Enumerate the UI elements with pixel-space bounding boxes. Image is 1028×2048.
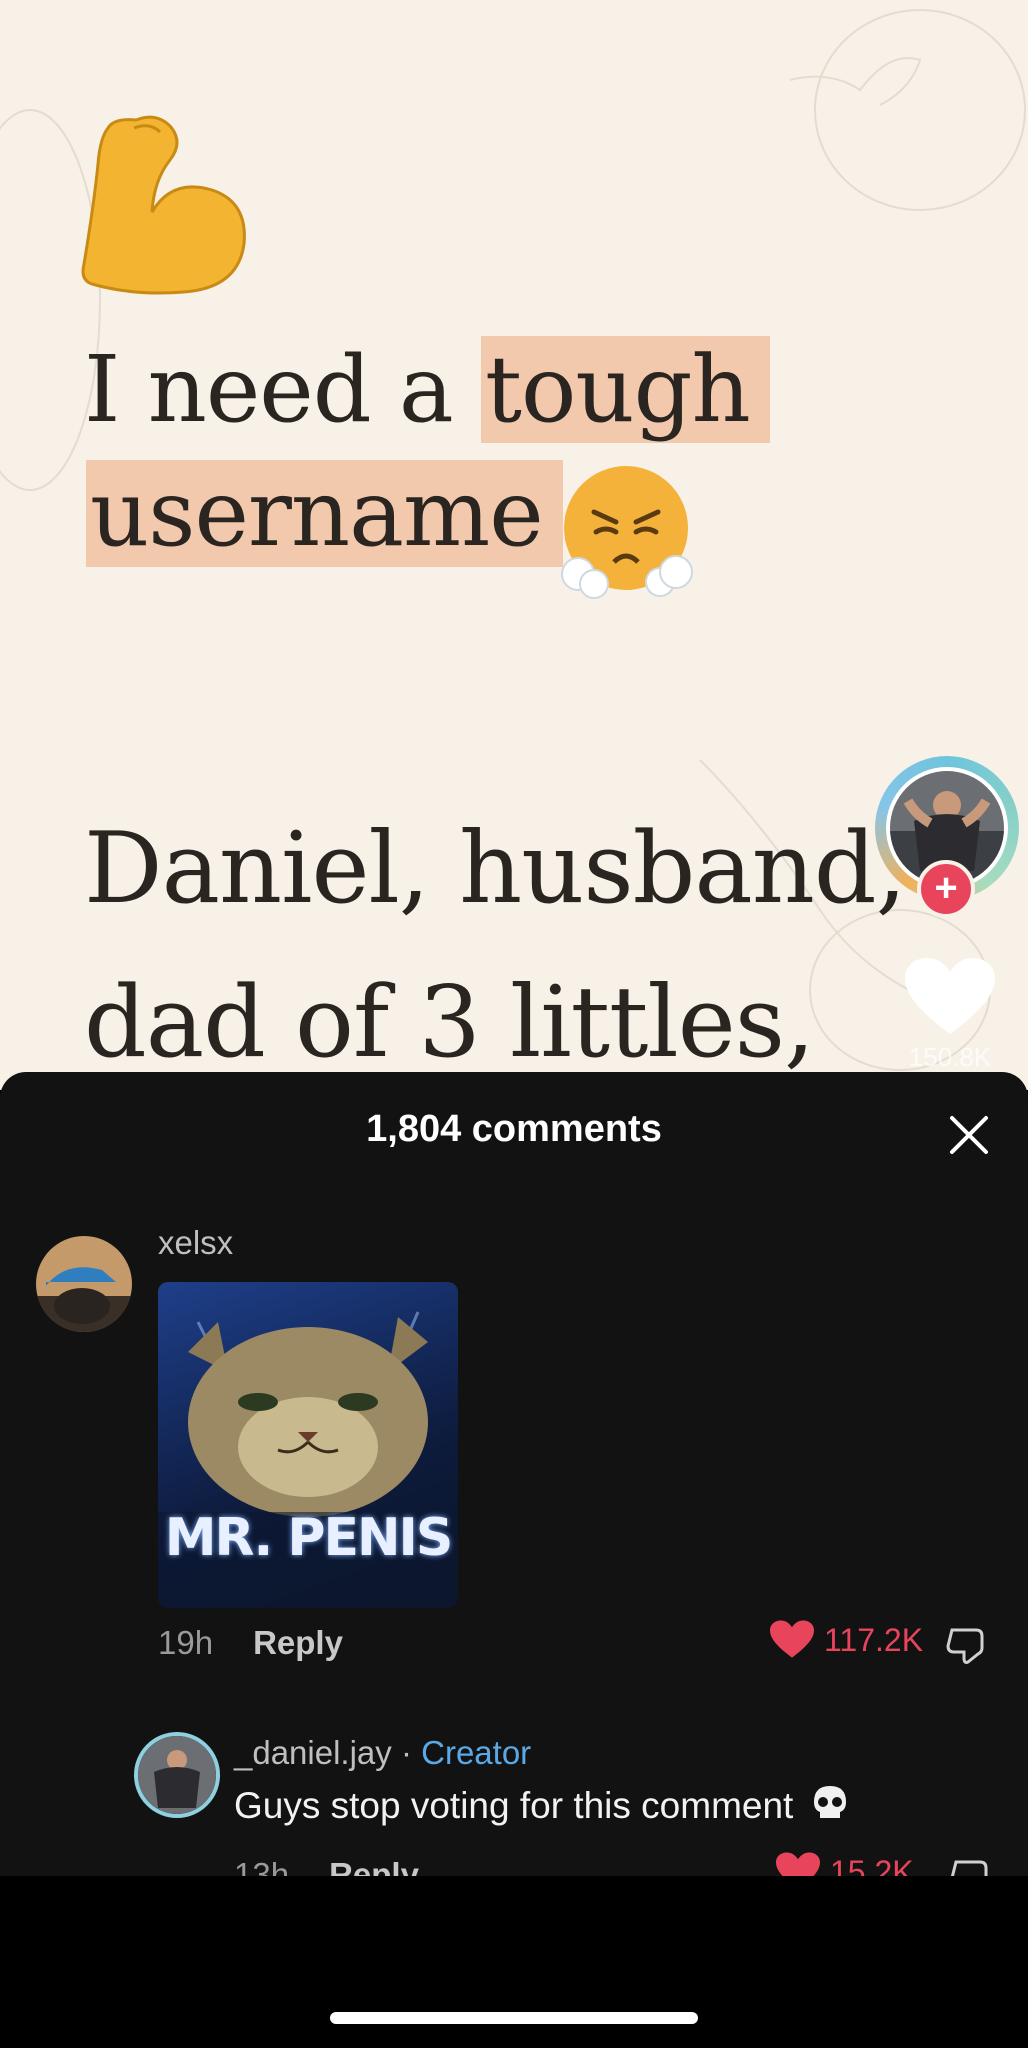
reply-username[interactable]: _daniel.jay bbox=[234, 1734, 392, 1771]
dislike-icon[interactable] bbox=[946, 1624, 990, 1668]
heart-icon[interactable] bbox=[905, 958, 995, 1038]
dislike-icon[interactable] bbox=[950, 1856, 994, 1876]
creator-reply-avatar[interactable] bbox=[134, 1732, 220, 1818]
reply-time: 13h bbox=[234, 1856, 290, 1876]
comments-title: 1,804 comments bbox=[366, 1108, 662, 1150]
reply-username-line: _daniel.jay · Creator bbox=[234, 1734, 531, 1772]
close-icon[interactable] bbox=[946, 1112, 992, 1158]
comment-meta: 19h Reply bbox=[158, 1624, 343, 1662]
heart-icon bbox=[776, 1852, 820, 1876]
comments-sheet: 1,804 comments xelsx MR. PENIS 19h Reply bbox=[0, 1072, 1028, 1876]
comment-time: 19h bbox=[158, 1624, 214, 1661]
like-count-text: 117.2K bbox=[824, 1621, 924, 1658]
home-indicator[interactable] bbox=[330, 2012, 698, 2024]
reply-button[interactable]: Reply bbox=[253, 1624, 343, 1661]
reply-like-count: 15.2K bbox=[830, 1853, 914, 1877]
comment-likes[interactable]: 117.2K bbox=[770, 1620, 923, 1660]
video-post[interactable]: I need a tough username Daniel, husband,… bbox=[0, 0, 1028, 1090]
post-text-plain: I need a bbox=[84, 336, 454, 443]
steaming-face-icon bbox=[561, 466, 693, 599]
follow-plus-button[interactable]: + bbox=[917, 860, 975, 918]
reply-button-2[interactable]: Reply bbox=[329, 1856, 419, 1876]
post-line-4: dad of 3 littles, bbox=[84, 966, 815, 1080]
reply-likes[interactable]: 15.2K bbox=[776, 1852, 914, 1876]
like-count: 150.8K bbox=[908, 1042, 992, 1072]
image-caption: MR. PENIS bbox=[164, 1508, 454, 1568]
comment-image[interactable]: MR. PENIS bbox=[158, 1282, 458, 1608]
commenter-avatar[interactable] bbox=[36, 1236, 132, 1332]
post-line-2: username bbox=[86, 460, 563, 567]
creator-badge: Creator bbox=[421, 1734, 532, 1771]
heart-icon bbox=[770, 1620, 814, 1658]
reply-text-line: Guys stop voting for this comment bbox=[234, 1784, 850, 1827]
reply-text: Guys stop voting for this comment bbox=[234, 1785, 794, 1826]
flexed-biceps-icon bbox=[81, 115, 246, 295]
skull-icon bbox=[813, 1786, 846, 1818]
reply-meta: 13h Reply bbox=[234, 1856, 419, 1876]
post-text-highlight: tough bbox=[480, 336, 770, 443]
comment-username[interactable]: xelsx bbox=[158, 1224, 233, 1262]
post-text-highlight-2: username bbox=[86, 460, 563, 567]
post-line-1: I need a tough bbox=[84, 336, 770, 443]
post-line-3: Daniel, husband, bbox=[84, 812, 907, 926]
separator: · bbox=[400, 1734, 412, 1771]
plus-icon: + bbox=[934, 866, 958, 910]
